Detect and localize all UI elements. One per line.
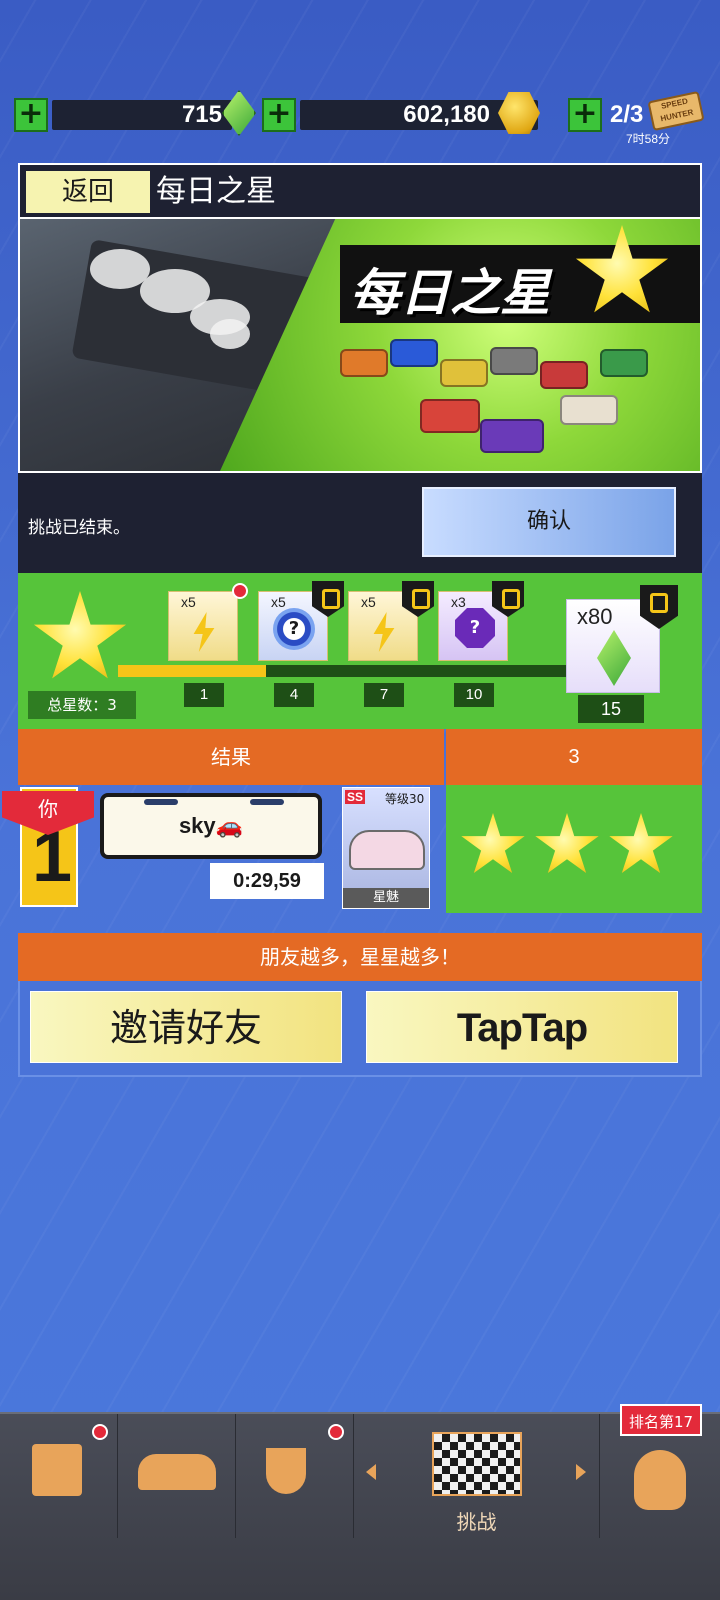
friends-section: 朋友越多，星星越多！ 邀请好友 TapTap	[18, 933, 702, 1077]
car-name: 星魅	[343, 888, 429, 908]
milestone-label: 15	[578, 695, 644, 723]
mystery-coin-icon: ?	[273, 608, 315, 650]
result-row: 1 你 sky🚗 0:29,59 SS 等级30 星魅	[2, 785, 702, 913]
player-name: sky🚗	[178, 813, 244, 838]
car-icon	[480, 419, 544, 453]
ticket-timer: 7时58分	[626, 132, 671, 146]
trophy-icon	[266, 1448, 306, 1494]
results-header: 结果 3	[18, 729, 702, 785]
nav-cars[interactable]	[118, 1414, 236, 1538]
daily-star-panel: 返回 每日之星 每日之星 挑战已结束。 确认 总星数：3 x5 1 x5 ? 4…	[2, 163, 702, 1077]
arrow-right-icon[interactable]	[576, 1464, 586, 1480]
helmet-icon	[634, 1450, 686, 1510]
results-title: 结果	[18, 729, 444, 785]
car-class-badge: SS	[345, 790, 366, 804]
milestone-label: 4	[274, 683, 314, 707]
progress-bar	[118, 665, 566, 677]
arrow-left-icon[interactable]	[366, 1464, 376, 1480]
you-badge: 你	[2, 791, 94, 835]
car-image	[349, 830, 425, 870]
nav-garage-shop[interactable]	[0, 1414, 118, 1538]
total-star-icon	[33, 591, 127, 679]
lightning-icon	[373, 612, 395, 652]
notification-dot	[328, 1424, 344, 1440]
bottom-nav: 挑战 排名第17	[0, 1404, 720, 1600]
car-icon	[560, 395, 618, 425]
total-stars-label: 总星数：3	[28, 691, 136, 719]
panel-header: 返回 每日之星	[18, 163, 702, 219]
mystery-gem-icon: ?	[455, 608, 495, 648]
star-progress: 总星数：3 x5 1 x5 ? 4 x5 7 x3 ? 10 x80 15	[18, 573, 702, 729]
add-tickets-button[interactable]: +	[568, 98, 602, 132]
car-level: 等级30	[385, 792, 425, 806]
page-title: 每日之星	[156, 174, 276, 209]
milestone-label: 1	[184, 683, 224, 707]
ticket-amount: 2/3	[610, 101, 644, 128]
results-star-count: 3	[446, 729, 702, 785]
player-plate[interactable]: sky🚗	[100, 793, 322, 859]
milestone-label: 10	[454, 683, 494, 707]
status-row: 挑战已结束。 确认	[18, 473, 702, 573]
gem-icon	[597, 630, 631, 686]
progress-fill	[118, 665, 266, 677]
star-icon	[535, 813, 599, 874]
notification-dot	[92, 1424, 108, 1440]
coin-amount: 602,180	[403, 101, 490, 128]
nav-challenge-label: 挑战	[456, 1510, 497, 1534]
reward-tier-1[interactable]: x5	[168, 591, 238, 661]
banner-title: 每日之星	[350, 264, 550, 322]
back-button[interactable]: 返回	[26, 171, 150, 213]
nav-challenge[interactable]: 挑战	[354, 1414, 600, 1538]
car-icon	[600, 349, 648, 377]
lightning-icon	[193, 612, 215, 652]
invite-friends-button[interactable]: 邀请好友	[30, 991, 342, 1063]
notification-dot	[232, 583, 248, 599]
gem-amount: 715	[181, 101, 222, 128]
nav-events[interactable]	[236, 1414, 354, 1538]
car-card[interactable]: SS 等级30 星魅	[342, 787, 430, 909]
car-icon	[490, 347, 538, 375]
event-banner: 每日之星	[18, 219, 702, 473]
car-icon	[390, 339, 438, 367]
car-icon	[420, 399, 480, 433]
coin-counter: + 602,180	[262, 92, 552, 136]
star-icon	[609, 813, 673, 874]
taptap-button[interactable]: TapTap	[366, 991, 678, 1063]
ticket-icon: SPEED HUNTER	[647, 90, 705, 132]
car-icon	[138, 1454, 216, 1490]
shop-box-icon	[32, 1444, 82, 1496]
race-time: 0:29,59	[210, 863, 324, 899]
friends-header: 朋友越多，星星越多！	[18, 933, 702, 981]
stars-earned	[446, 785, 702, 913]
car-icon	[540, 361, 588, 389]
car-icon	[440, 359, 488, 387]
gem-counter: + 715	[14, 90, 256, 136]
car-icon	[340, 349, 388, 377]
add-gems-button[interactable]: +	[14, 98, 48, 132]
currency-bar: + 715 + 602,180 + 2/3 SPEED HUNTER 7时58分	[14, 90, 706, 146]
milestone-label: 7	[364, 683, 404, 707]
checkered-flag-icon	[432, 1432, 522, 1496]
confirm-button[interactable]: 确认	[422, 487, 676, 557]
add-coins-button[interactable]: +	[262, 98, 296, 132]
status-message: 挑战已结束。	[28, 518, 130, 538]
rank-badge: 排名第17	[620, 1404, 702, 1436]
star-icon	[461, 813, 525, 874]
